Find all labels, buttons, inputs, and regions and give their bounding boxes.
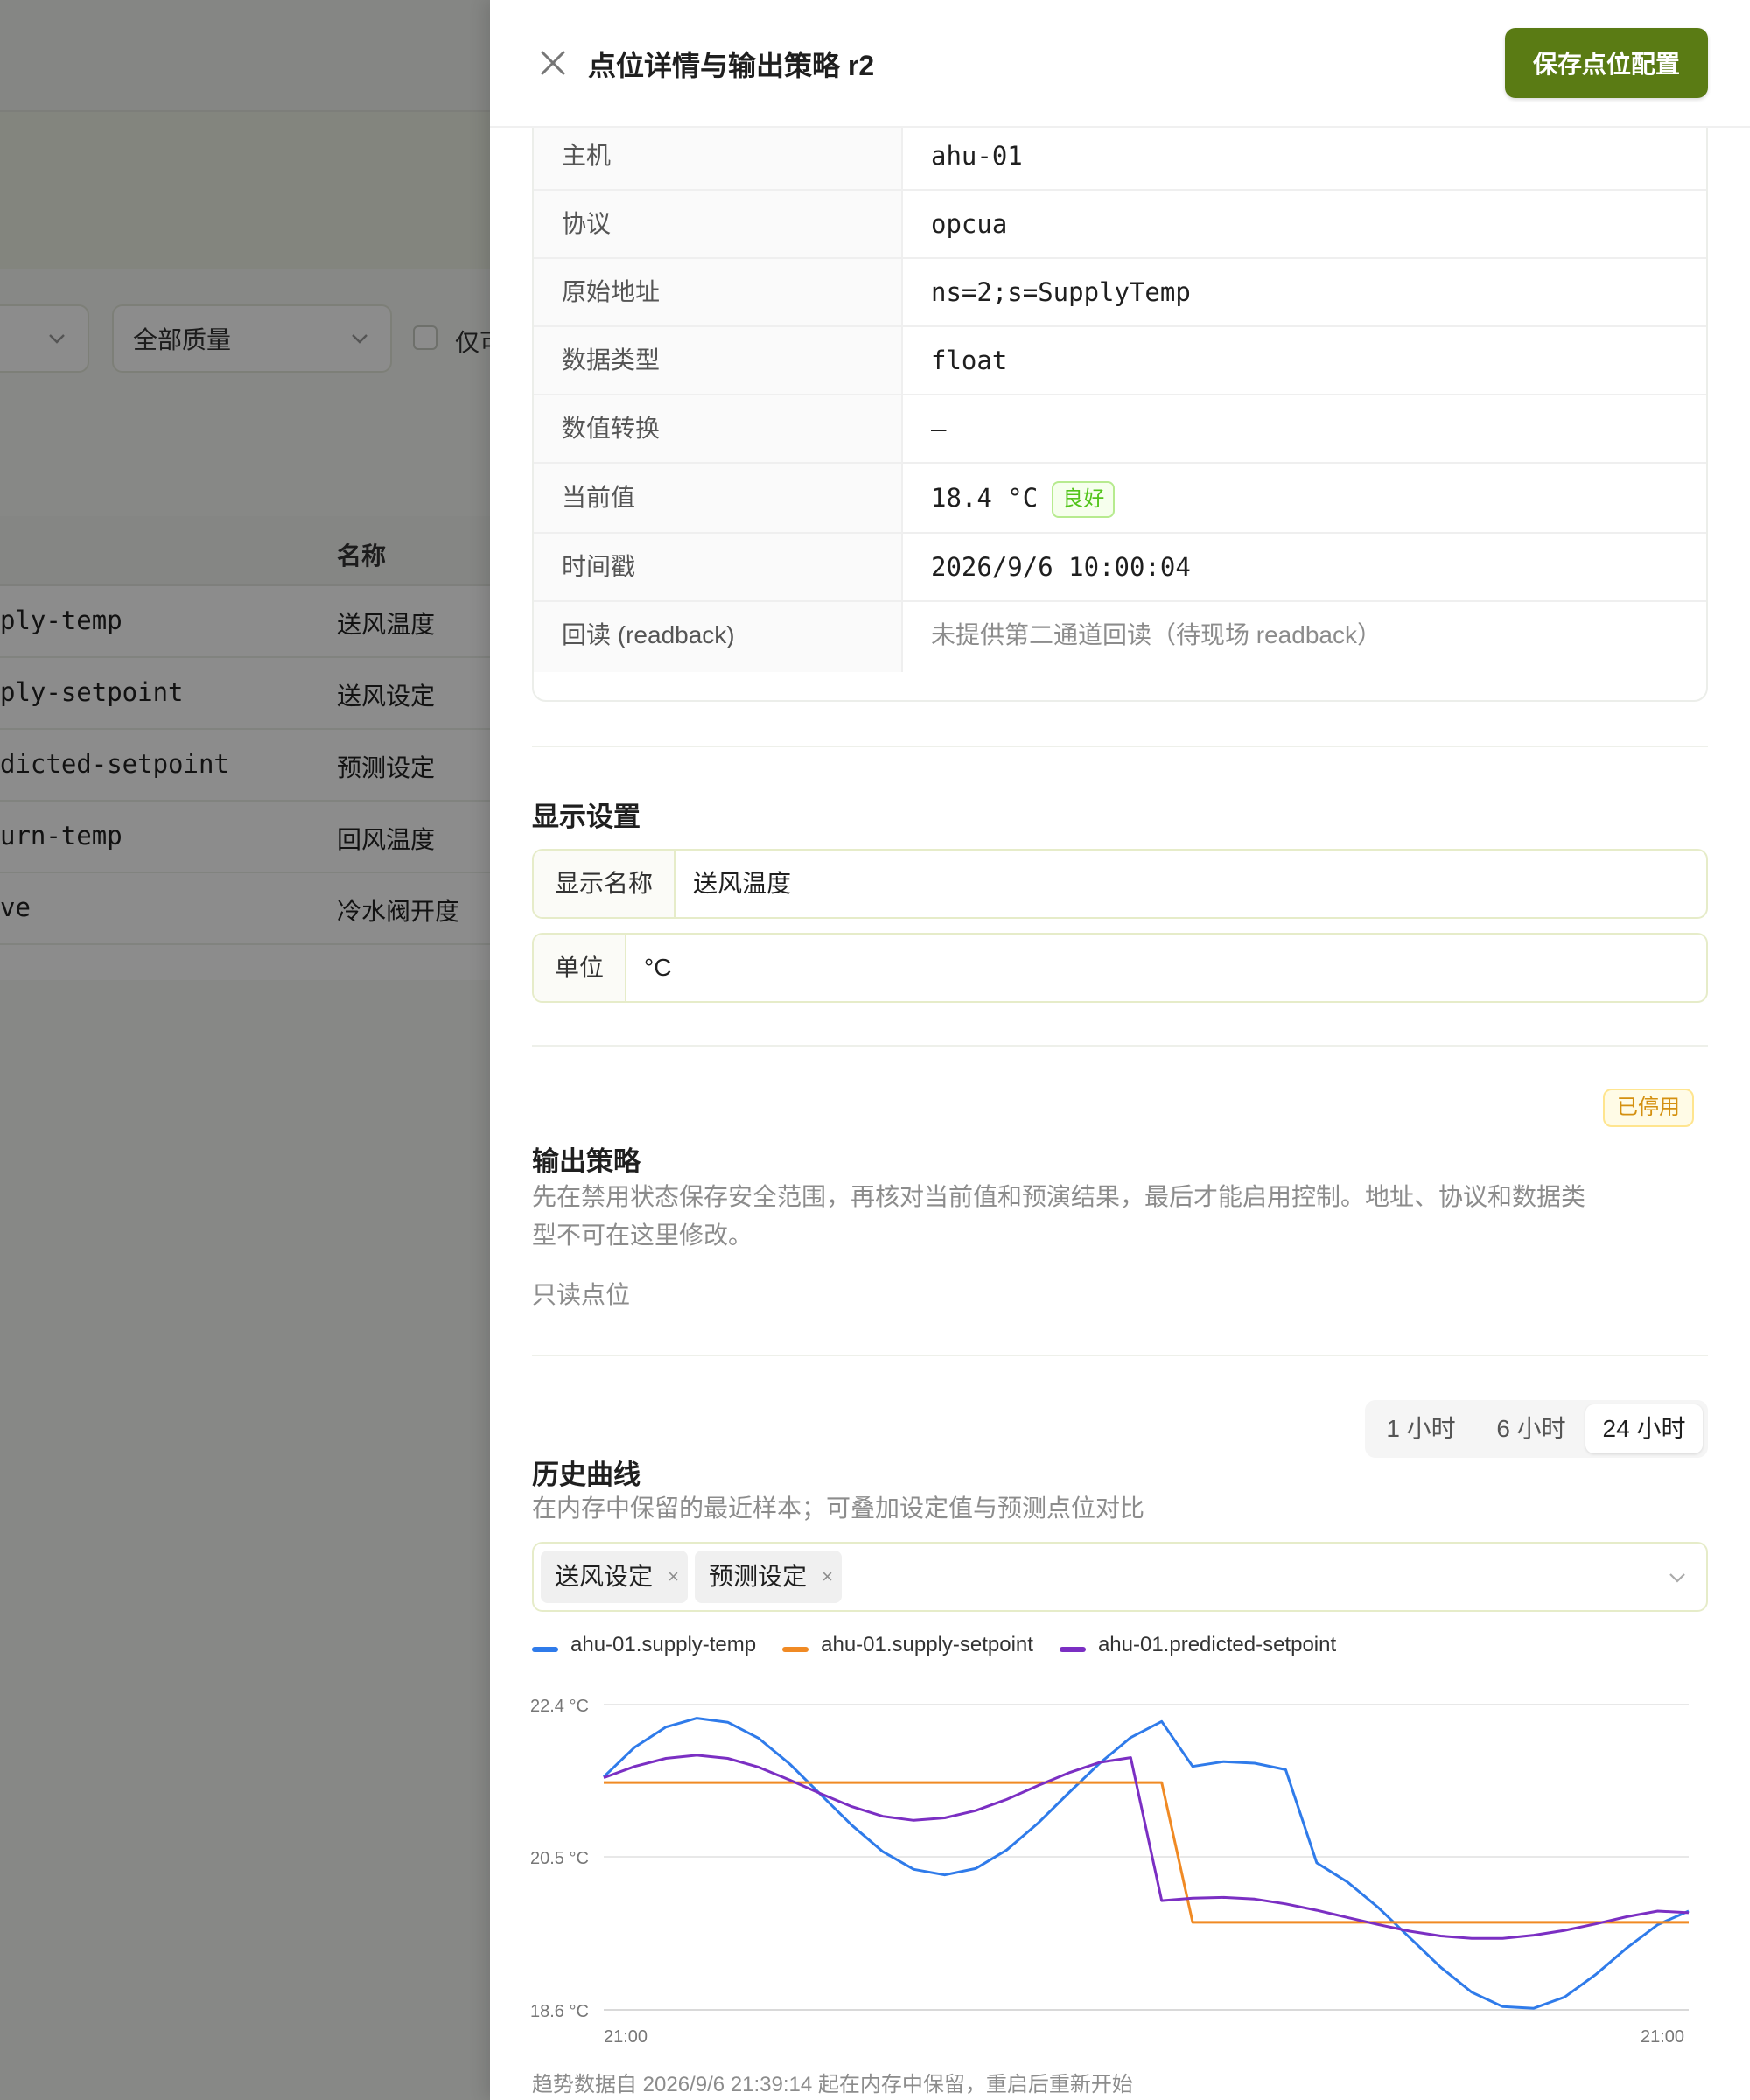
legend-item[interactable]: ahu-01.supply-temp xyxy=(532,1633,756,1657)
overlay-chip-label: 送风设定 xyxy=(555,1563,654,1590)
info-label: 当前值 xyxy=(534,464,903,532)
drawer-mask[interactable] xyxy=(0,0,490,2100)
info-row-address: 原始地址 ns=2;s=SupplyTemp xyxy=(534,259,1706,327)
info-row-datatype: 数据类型 float xyxy=(534,327,1706,396)
info-value: 2026/9/6 10:00:04 xyxy=(931,552,1191,582)
y-tick-label: 22.4 °C xyxy=(530,1697,589,1716)
overlay-chip: 送风设定 × xyxy=(541,1550,688,1603)
unit-addon: 单位 xyxy=(534,934,627,1001)
overlay-chip: 预测设定 × xyxy=(695,1550,842,1603)
point-info-table: 来源 opcua-ahu-01 主机 ahu-01 协议 opcua 原始地址 … xyxy=(532,52,1708,702)
x-tick-label: 21:00 xyxy=(1641,2027,1684,2047)
legend-label: ahu-01.supply-setpoint xyxy=(821,1633,1033,1656)
output-strategy-title: 输出策略 xyxy=(532,1146,640,1177)
unit-field[interactable]: 单位 °C xyxy=(532,933,1708,1003)
legend-label: ahu-01.supply-temp xyxy=(570,1633,757,1656)
series-line-ahu-01.supply-temp xyxy=(602,1717,1690,2010)
y-tick-label: 20.5 °C xyxy=(530,1849,589,1868)
display-settings-title: 显示设置 xyxy=(532,802,640,832)
history-footnote: 趋势数据自 2026/9/6 21:39:14 起在内存中保留，重启后重新开始 xyxy=(532,2073,1133,2096)
output-strategy-description-line2: 型不可在这里修改。 xyxy=(532,1222,753,1249)
info-row-current-value: 当前值 18.4 °C 良好 xyxy=(534,464,1706,534)
close-icon[interactable] xyxy=(537,47,569,79)
legend-swatch xyxy=(782,1647,809,1652)
x-tick-label: 21:00 xyxy=(604,2027,648,2047)
display-name-addon: 显示名称 xyxy=(534,850,676,917)
info-row-transform: 数值转换 — xyxy=(534,396,1706,464)
drawer-header: 点位详情与输出策略 r2 保存点位配置 xyxy=(490,0,1750,128)
current-value: 18.4 °C xyxy=(931,483,1039,513)
legend-item[interactable]: ahu-01.supply-setpoint xyxy=(782,1633,1033,1657)
info-label: 数据类型 xyxy=(534,327,903,394)
output-strategy-description-line1: 先在禁用状态保存安全范围，再核对当前值和预演结果，最后才能启用控制。地址、协议和… xyxy=(532,1183,1586,1210)
section-divider xyxy=(532,1045,1708,1046)
info-value: 未提供第二通道回读（待现场 readback） xyxy=(931,621,1382,648)
info-row-protocol: 协议 opcua xyxy=(534,191,1706,259)
section-divider xyxy=(532,1354,1708,1356)
info-label: 回读 (readback) xyxy=(534,602,903,672)
legend-swatch xyxy=(1059,1647,1086,1652)
info-row-host: 主机 ahu-01 xyxy=(534,122,1706,191)
info-label: 协议 xyxy=(534,191,903,257)
info-label: 时间戳 xyxy=(534,534,903,600)
display-name-input[interactable]: 送风温度 xyxy=(693,850,791,917)
chip-remove-icon[interactable]: × xyxy=(822,1550,833,1603)
disabled-status-tag: 已停用 xyxy=(1603,1088,1694,1127)
legend-swatch xyxy=(532,1647,558,1652)
history-subtitle: 在内存中保留的最近样本；可叠加设定值与预测点位对比 xyxy=(532,1494,1145,1522)
range-option-24h[interactable]: 24 小时 xyxy=(1586,1404,1703,1453)
legend-item[interactable]: ahu-01.predicted-setpoint xyxy=(1059,1633,1337,1657)
chevron-down-icon xyxy=(1670,1573,1685,1583)
display-name-field[interactable]: 显示名称 送风温度 xyxy=(532,849,1708,919)
info-value: ns=2;s=SupplyTemp xyxy=(931,277,1191,307)
info-value: opcua xyxy=(931,209,1008,239)
quality-badge: 良好 xyxy=(1052,481,1116,518)
overlay-points-select[interactable]: 送风设定 × 预测设定 × xyxy=(532,1542,1708,1612)
readonly-note: 只读点位 xyxy=(532,1281,631,1308)
series-line-ahu-01.supply-setpoint xyxy=(604,1781,1689,1924)
overlay-chip-label: 预测设定 xyxy=(709,1563,808,1590)
history-chart: 22.4 °C 20.5 °C 18.6 °C 21:00 21:00 xyxy=(530,1697,1690,2047)
point-detail-drawer: 来源 opcua-ahu-01 主机 ahu-01 协议 opcua 原始地址 … xyxy=(490,0,1750,2100)
info-row-readback: 回读 (readback) 未提供第二通道回读（待现场 readback） xyxy=(534,602,1706,672)
info-value: float xyxy=(931,346,1008,375)
info-value: — xyxy=(931,414,947,444)
info-value: ahu-01 xyxy=(931,141,1023,171)
chart-legend: ahu-01.supply-temp ahu-01.supply-setpoin… xyxy=(532,1628,1362,1662)
info-label: 主机 xyxy=(534,122,903,189)
drawer-title: 点位详情与输出策略 r2 xyxy=(588,50,875,81)
section-divider xyxy=(532,746,1708,747)
chip-remove-icon[interactable]: × xyxy=(668,1550,679,1603)
time-range-segmented[interactable]: 1 小时 6 小时 24 小时 xyxy=(1365,1400,1708,1458)
info-value: 18.4 °C 良好 xyxy=(931,464,1116,532)
range-option-1h[interactable]: 1 小时 xyxy=(1372,1404,1470,1453)
info-label: 数值转换 xyxy=(534,396,903,462)
history-title: 历史曲线 xyxy=(532,1460,640,1490)
info-label: 原始地址 xyxy=(534,259,903,326)
info-row-timestamp: 时间戳 2026/9/6 10:00:04 xyxy=(534,534,1706,602)
unit-input[interactable]: °C xyxy=(644,934,671,1001)
save-point-config-button[interactable]: 保存点位配置 xyxy=(1505,28,1708,98)
y-tick-label: 18.6 °C xyxy=(530,2002,589,2021)
legend-label: ahu-01.predicted-setpoint xyxy=(1097,1633,1337,1656)
range-option-6h[interactable]: 6 小时 xyxy=(1477,1404,1586,1453)
